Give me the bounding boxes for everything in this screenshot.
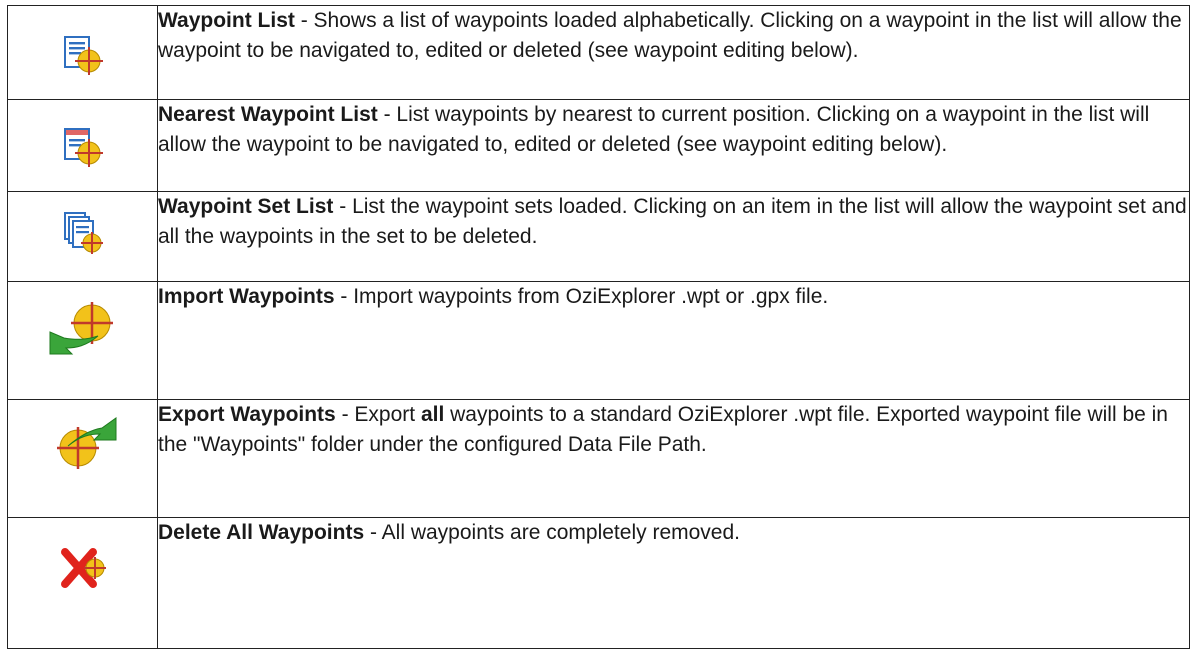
icon-cell	[7, 191, 158, 282]
table-row: Export Waypoints - Export all waypoints …	[7, 399, 1190, 518]
item-description: - Import waypoints from OziExplorer .wpt…	[334, 285, 829, 308]
description-cell: Waypoint Set List - List the waypoint se…	[157, 191, 1190, 282]
item-title: Import Waypoints	[158, 285, 335, 308]
item-description: - All waypoints are completely removed.	[364, 521, 740, 544]
table-row: Nearest Waypoint List - List waypoints b…	[7, 99, 1190, 192]
delete-all-waypoints-icon	[60, 548, 106, 588]
waypoint-list-icon	[63, 36, 103, 75]
icon-cell	[7, 517, 158, 649]
item-description: - Shows a list of waypoints loaded alpha…	[158, 9, 1182, 62]
description-cell: Import Waypoints - Import waypoints from…	[157, 281, 1190, 400]
import-waypoints-icon	[49, 302, 113, 355]
emphasis-word: all	[420, 403, 445, 426]
icon-cell	[7, 281, 158, 400]
nearest-waypoint-list-icon	[63, 128, 103, 167]
table-row: Waypoint List - Shows a list of waypoint…	[7, 5, 1190, 100]
table-row: Import Waypoints - Import waypoints from…	[7, 281, 1190, 400]
item-title: Waypoint Set List	[158, 195, 334, 218]
export-waypoints-icon	[56, 417, 116, 469]
waypoint-toolbar-table: Waypoint List - Shows a list of waypoint…	[7, 5, 1190, 649]
icon-cell	[7, 399, 158, 518]
icon-cell	[7, 99, 158, 192]
item-description: - Export	[335, 403, 421, 426]
table-row: Delete All Waypoints - All waypoints are…	[7, 517, 1190, 649]
waypoint-set-list-icon	[63, 212, 103, 254]
description-cell: Export Waypoints - Export all waypoints …	[157, 399, 1190, 518]
item-title: Delete All Waypoints	[158, 521, 365, 544]
description-cell: Delete All Waypoints - All waypoints are…	[157, 517, 1190, 649]
item-title: Nearest Waypoint List	[158, 103, 378, 126]
item-title: Export Waypoints	[158, 403, 336, 426]
description-cell: Nearest Waypoint List - List waypoints b…	[157, 99, 1190, 192]
description-cell: Waypoint List - Shows a list of waypoint…	[157, 5, 1190, 100]
table-row: Waypoint Set List - List the waypoint se…	[7, 191, 1190, 282]
icon-cell	[7, 5, 158, 100]
item-title: Waypoint List	[158, 9, 295, 32]
